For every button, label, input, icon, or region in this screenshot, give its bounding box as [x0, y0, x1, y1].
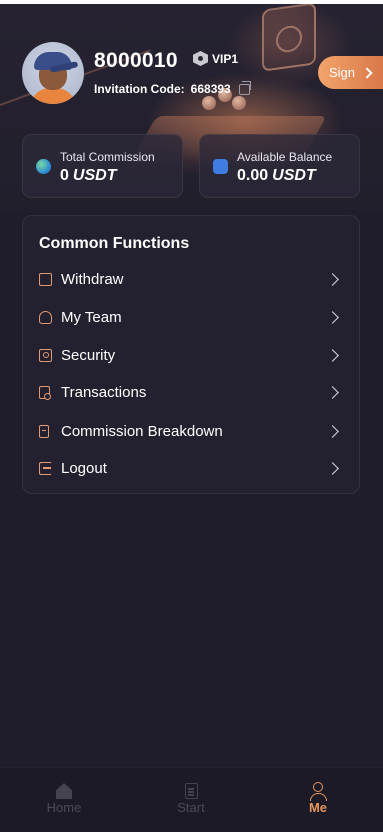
commission-icon — [39, 424, 49, 438]
menu-item-security[interactable]: Security — [23, 338, 359, 372]
menu-item-label: Commission Breakdown — [61, 422, 223, 440]
available-balance-label: Available Balance — [237, 150, 333, 164]
total-commission-card: Total Commission 0 USDT — [22, 134, 183, 198]
menu-item-label: Security — [61, 346, 116, 364]
chevron-right-icon — [326, 348, 339, 362]
invitation-code: 668393 — [190, 82, 231, 96]
vip-label: VIP1 — [212, 51, 239, 66]
menu-item-logout[interactable]: Logout — [23, 451, 359, 485]
clipboard-icon — [185, 783, 198, 799]
avatar[interactable] — [22, 42, 84, 104]
user-icon — [310, 782, 327, 801]
common-functions-panel: Common Functions Withdraw My Team Securi… — [22, 215, 360, 494]
common-functions-title: Common Functions — [39, 235, 190, 252]
chevron-right-icon — [326, 272, 339, 286]
tab-label: Me — [308, 800, 328, 815]
tab-home[interactable]: Home — [0, 768, 128, 832]
transactions-icon — [39, 385, 51, 400]
wallet-icon — [39, 272, 52, 286]
globe-icon — [36, 159, 51, 174]
home-icon — [56, 783, 72, 799]
menu-item-label: Withdraw — [61, 270, 124, 288]
menu-item-my-team[interactable]: My Team — [23, 300, 359, 334]
chevron-right-icon — [326, 461, 339, 475]
vip-icon — [193, 51, 208, 66]
wallet-icon — [213, 159, 228, 174]
menu-item-label: Transactions — [61, 383, 147, 401]
bottom-tab-bar: Home Start Me — [0, 767, 383, 832]
chevron-right-icon — [361, 66, 373, 79]
invitation-label: Invitation Code: — [94, 82, 185, 96]
chevron-right-icon — [326, 310, 339, 324]
total-commission-label: Total Commission — [60, 150, 155, 164]
chevron-right-icon — [326, 424, 339, 438]
tab-start[interactable]: Start — [127, 768, 255, 832]
tab-label: Start — [177, 800, 205, 815]
security-icon — [39, 348, 52, 362]
menu-item-transactions[interactable]: Transactions — [23, 375, 359, 409]
username: 8000010 — [94, 49, 178, 72]
team-icon — [39, 310, 52, 324]
menu-item-commission-breakdown[interactable]: Commission Breakdown — [23, 414, 359, 448]
sign-button[interactable]: Sign — [318, 56, 383, 89]
vip-badge: VIP1 — [193, 51, 238, 66]
total-commission-value: 0 USDT — [60, 167, 117, 184]
available-balance-value: 0.00 USDT — [237, 167, 316, 184]
menu-item-label: Logout — [61, 459, 107, 477]
sign-button-label: Sign — [329, 65, 356, 80]
menu-item-label: My Team — [61, 308, 122, 326]
available-balance-card: Available Balance 0.00 USDT — [199, 134, 360, 198]
invitation-row: Invitation Code: 668393 — [94, 80, 251, 96]
decorative-tile — [262, 4, 316, 72]
copy-icon[interactable] — [238, 80, 251, 95]
tab-me[interactable]: Me — [254, 768, 382, 832]
menu-item-withdraw[interactable]: Withdraw — [23, 262, 359, 296]
chevron-right-icon — [326, 385, 339, 399]
logout-icon — [39, 461, 52, 475]
tab-label: Home — [46, 800, 82, 815]
